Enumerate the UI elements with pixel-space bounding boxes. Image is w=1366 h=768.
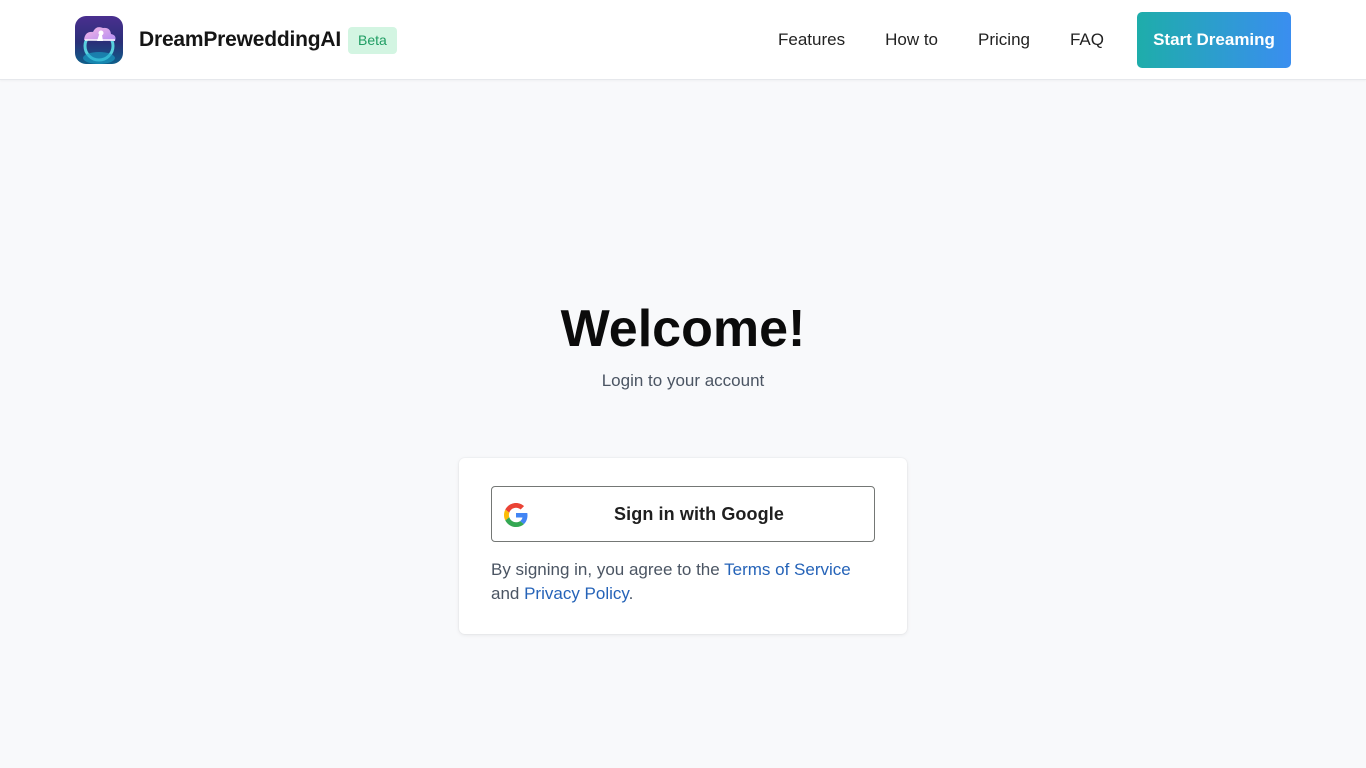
- beta-badge: Beta: [348, 26, 397, 54]
- page-subtitle: Login to your account: [601, 371, 765, 390]
- terms-of-service-link[interactable]: Terms of Service: [724, 560, 851, 579]
- nav-link-features[interactable]: Features: [758, 30, 865, 50]
- legal-suffix: .: [628, 584, 634, 603]
- dream-cloud-logo-icon: [75, 16, 123, 64]
- google-sign-in-label: Sign in with Google: [614, 503, 784, 524]
- login-card: Sign in with Google By signing in, you a…: [459, 458, 907, 634]
- privacy-policy-link[interactable]: Privacy Policy: [524, 584, 629, 603]
- page-title: Welcome!: [560, 300, 806, 358]
- main-nav: Features How to Pricing FAQ: [758, 0, 1124, 80]
- nav-link-faq[interactable]: FAQ: [1050, 30, 1124, 50]
- start-dreaming-button[interactable]: Start Dreaming: [1137, 12, 1291, 68]
- top-navbar: DreamPreweddingAI Beta Features How to P…: [0, 0, 1366, 80]
- legal-middle: and: [491, 584, 525, 603]
- brand-link[interactable]: DreamPreweddingAI Beta: [75, 16, 397, 64]
- legal-notice: By signing in, you agree to the Terms of…: [491, 558, 883, 606]
- nav-link-pricing[interactable]: Pricing: [958, 30, 1050, 50]
- legal-prefix: By signing in, you agree to the: [491, 560, 725, 579]
- brand-name: DreamPreweddingAI: [139, 28, 341, 51]
- google-sign-in-button[interactable]: Sign in with Google: [491, 486, 875, 542]
- nav-link-how-to[interactable]: How to: [865, 30, 958, 50]
